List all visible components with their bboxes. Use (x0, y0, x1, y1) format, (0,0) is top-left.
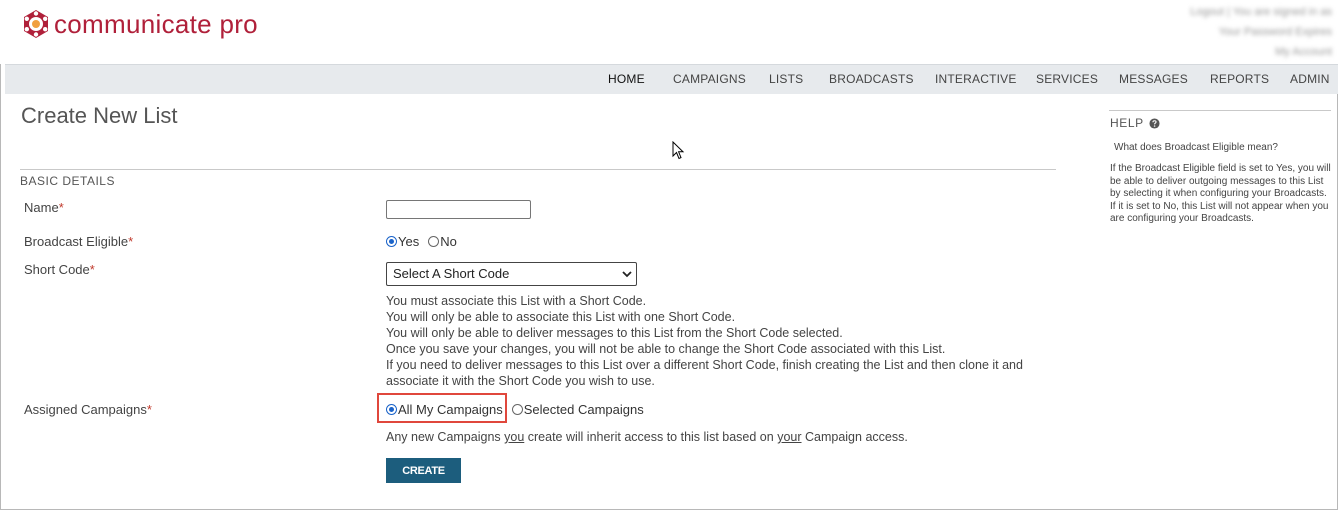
brand-name: communicate pro (54, 8, 258, 39)
short-code-help: You must associate this List with a Shor… (386, 293, 1023, 389)
all-campaigns-label[interactable]: All My Campaigns (398, 402, 503, 417)
nav-lists[interactable]: LISTS (769, 65, 803, 94)
help-heading: HELP (1110, 116, 1160, 130)
name-label: Name* (24, 200, 64, 215)
broadcast-yes-label[interactable]: Yes (398, 234, 419, 249)
broadcast-no-label[interactable]: No (440, 234, 457, 249)
nav-admin[interactable]: ADMIN (1290, 65, 1330, 94)
short-code-help-line: You will only be able to associate this … (386, 310, 736, 324)
top-header: communicate pro Logout | You are signed … (0, 0, 1338, 64)
account-info: Logout | You are signed in as Your Passw… (1092, 2, 1332, 62)
broadcast-yes-radio[interactable] (386, 236, 397, 247)
brand-logo[interactable]: communicate pro (21, 8, 258, 40)
account-line-3[interactable]: My Account (1092, 42, 1332, 62)
section-divider (20, 169, 1056, 170)
short-code-select[interactable]: Select A Short Code (386, 262, 637, 286)
mouse-cursor-icon (672, 141, 685, 160)
all-campaigns-radio[interactable] (386, 404, 397, 415)
section-heading: BASIC DETAILS (20, 174, 115, 188)
create-list-button[interactable]: CREATE LIST (386, 458, 461, 502)
question-circle-icon[interactable] (1149, 117, 1160, 129)
short-code-help-line: Once you save your changes, you will not… (386, 342, 946, 356)
nav-services[interactable]: SERVICES (1036, 65, 1098, 94)
short-code-help-line: You will only be able to deliver message… (386, 326, 843, 340)
name-field[interactable] (386, 200, 531, 219)
selected-campaigns-label[interactable]: Selected Campaigns (524, 402, 644, 417)
main-nav: HOME CAMPAIGNS LISTS BROADCASTS INTERACT… (5, 64, 1338, 94)
account-line-2: Your Password Expires (1218, 26, 1332, 38)
broadcast-eligible-label: Broadcast Eligible* (24, 234, 134, 249)
required-mark: * (89, 262, 95, 277)
selected-campaigns-radio[interactable] (511, 404, 523, 415)
nav-messages[interactable]: MESSAGES (1119, 65, 1188, 94)
help-answer: If the Broadcast Eligible field is set t… (1110, 163, 1331, 224)
nav-broadcasts[interactable]: BROADCASTS (829, 65, 914, 94)
nav-campaigns[interactable]: CAMPAIGNS (673, 65, 746, 94)
assigned-campaigns-label: Assigned Campaigns* (24, 402, 152, 417)
help-question: What does Broadcast Eligible mean? (1114, 142, 1278, 153)
chevron-down-icon (622, 271, 632, 278)
required-mark: * (58, 200, 64, 215)
required-mark: * (146, 402, 152, 417)
nav-interactive[interactable]: INTERACTIVE (935, 65, 1017, 94)
short-code-help-line: associate it with the Short Code you wis… (386, 374, 655, 388)
broadcast-eligible-options: Yes No (386, 234, 466, 249)
nav-reports[interactable]: REPORTS (1210, 65, 1269, 94)
short-code-label: Short Code* (24, 262, 95, 277)
broadcast-no-radio[interactable] (428, 236, 440, 247)
campaign-inherit-note: Any new Campaigns you create will inheri… (386, 430, 908, 444)
logo-hexagon-icon (24, 10, 48, 38)
account-line-1[interactable]: Logout | You are signed in as (1092, 2, 1332, 22)
assigned-campaigns-options: All My Campaigns Selected Campaigns (386, 402, 653, 417)
help-divider (1109, 110, 1331, 111)
page-title: Create New List (21, 103, 178, 128)
short-code-help-line: You must associate this List with a Shor… (386, 294, 647, 308)
nav-home[interactable]: HOME (608, 65, 645, 94)
required-mark: * (128, 234, 134, 249)
short-code-selected-value: Select A Short Code (393, 266, 510, 281)
short-code-help-line: If you need to deliver messages to this … (386, 358, 1023, 372)
